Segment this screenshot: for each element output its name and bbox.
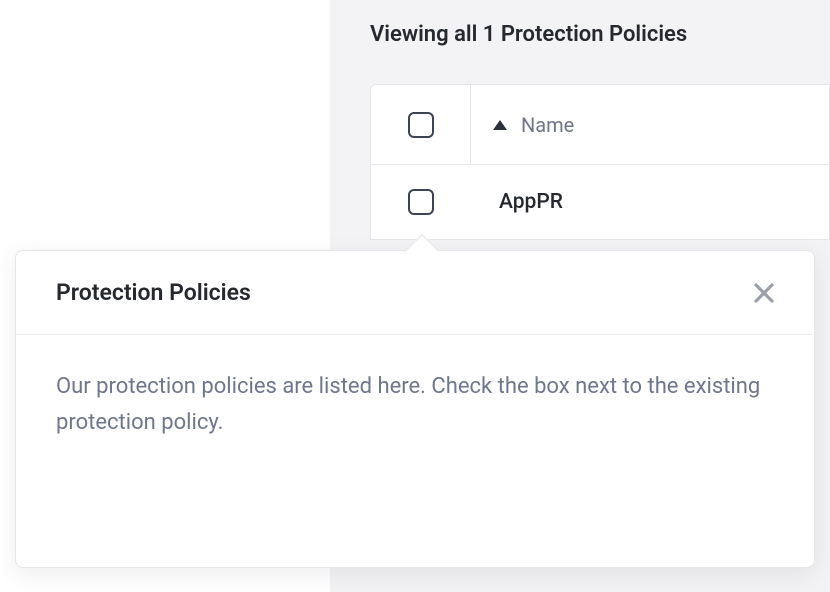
sort-asc-icon — [493, 120, 507, 130]
policies-table: Name AppPR — [370, 84, 830, 240]
popover-body: Our protection policies are listed here.… — [16, 335, 814, 442]
row-checkbox[interactable] — [408, 189, 434, 215]
column-header-name-label: Name — [521, 113, 574, 137]
column-header-name[interactable]: Name — [471, 85, 574, 164]
close-icon — [753, 282, 775, 304]
popover-header: Protection Policies — [16, 251, 814, 335]
select-all-checkbox[interactable] — [408, 112, 434, 138]
table-row[interactable]: AppPR — [371, 165, 829, 239]
tooltip-popover: Protection Policies Our protection polic… — [15, 250, 815, 568]
popover-title: Protection Policies — [56, 279, 251, 306]
table-header-row: Name — [371, 85, 829, 165]
row-checkbox-cell — [371, 165, 471, 239]
close-button[interactable] — [750, 279, 778, 307]
row-name-cell: AppPR — [471, 190, 563, 214]
page-title: Viewing all 1 Protection Policies — [370, 22, 687, 47]
select-all-cell — [371, 85, 471, 164]
